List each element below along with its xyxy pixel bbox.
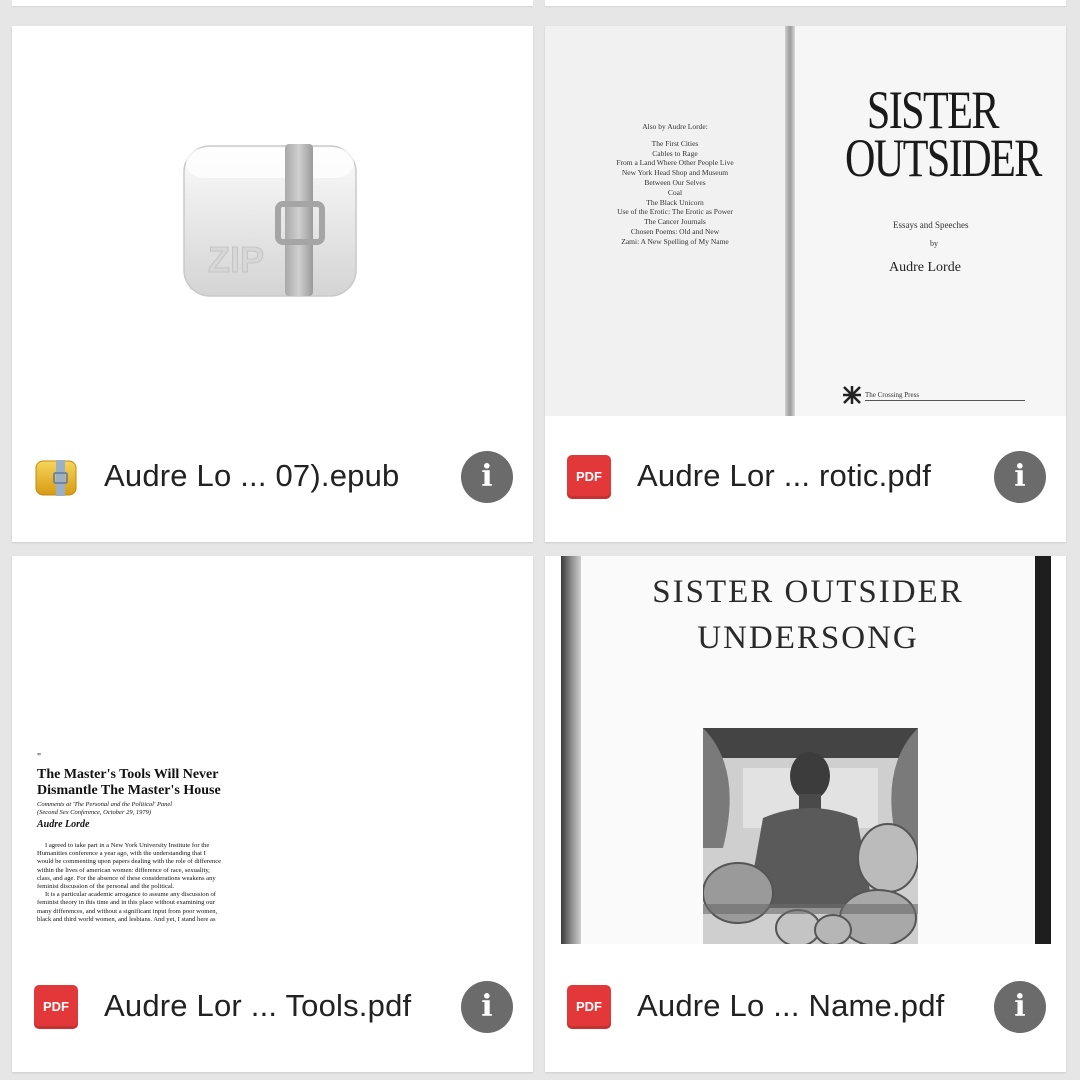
file-name[interactable]: Audre Lor ... rotic.pdf [637,458,931,494]
document-page: " The Master's Tools Will Never Dismantl… [37,752,293,924]
paragraph: I agreed to take part in a New York Univ… [37,842,222,923]
book-title: Coal [667,187,683,197]
document-comment: (Second Sex Conference, October 29, 1979… [37,809,152,816]
book-title: The First Cities [651,138,699,148]
right-page: SISTER OUTSIDER Essays and Speeches by A… [795,26,1066,416]
quote-mark: " [37,752,42,763]
publisher-rule [865,400,1025,401]
file-card-pdf[interactable]: SISTER OUTSIDER UNDERSONG PDF Audre Lo .… [545,556,1066,1072]
pdf-icon: PDF [567,985,611,1029]
document-comment: Comments at 'The Personal and the Politi… [37,801,173,808]
book-title: The Black Unicorn [646,197,704,207]
file-thumbnail[interactable]: SISTER OUTSIDER UNDERSONG [545,556,1066,946]
document-title: Dismantle The Master's House [37,783,221,798]
pdf-icon: PDF [34,985,78,1029]
by-line: by [930,239,938,248]
publisher-logo-icon [843,386,861,404]
scan-edge-left [561,556,581,944]
left-page: Also by Audre Lorde: The First Cities Ca… [545,26,785,416]
file-thumbnail[interactable]: " The Master's Tools Will Never Dismantl… [12,556,533,946]
info-icon[interactable]: i [461,451,513,503]
file-card-epub[interactable]: ZIP Audre Lo ... 07).epub i [12,26,533,542]
scan-edge-right [1035,556,1051,944]
cover-page: SISTER OUTSIDER UNDERSONG [581,556,1035,946]
book-title: Between Our Selves [644,177,706,187]
archive-icon [34,455,78,499]
book-title-block: SISTER OUTSIDER [845,80,1042,188]
book-title: From a Land Where Other People Live [616,158,734,168]
file-footer: PDF Audre Lo ... Name.pdf i [545,946,1066,1072]
info-icon[interactable]: i [994,451,1046,503]
cover-title: SISTER OUTSIDER [652,574,964,610]
cover-illustration [702,728,919,946]
file-footer: Audre Lo ... 07).epub i [12,416,533,542]
title-line: OUTSIDER [845,128,1042,188]
publisher-name: The Crossing Press [865,391,920,399]
book-title: Cables to Rage [652,148,698,158]
file-name[interactable]: Audre Lo ... 07).epub [104,458,399,494]
book-title: Chosen Poems: Old and New [630,226,720,236]
info-icon[interactable]: i [994,981,1046,1033]
pdf-icon: PDF [567,455,611,499]
book-title: Zami: A New Spelling of My Name [621,236,729,246]
title-line: SISTER [866,80,1000,140]
file-name[interactable]: Audre Lo ... Name.pdf [637,988,944,1024]
file-thumbnail[interactable]: Also by Audre Lorde: The First Cities Ca… [545,26,1066,416]
previous-card-edge [12,0,533,6]
book-gutter [785,26,795,416]
file-thumbnail[interactable]: ZIP [12,26,533,416]
cover-subtitle: UNDERSONG [697,620,919,656]
file-name[interactable]: Audre Lor ... Tools.pdf [104,988,411,1024]
book-subtitle: Essays and Speeches [893,220,969,230]
svg-text:ZIP: ZIP [208,239,264,280]
also-by-list: Also by Audre Lorde: The First Cities Ca… [575,122,775,247]
also-by-heading: Also by Audre Lorde: [642,122,708,131]
file-card-pdf[interactable]: Also by Audre Lorde: The First Cities Ca… [545,26,1066,542]
document-author: Audre Lorde [37,819,90,830]
file-footer: PDF Audre Lor ... Tools.pdf i [12,946,533,1072]
info-icon[interactable]: i [461,981,513,1033]
document-title: The Master's Tools Will Never [37,767,219,782]
book-title: Use of the Erotic: The Erotic as Power [617,207,733,217]
book-title: New York Head Shop and Museum [621,168,729,178]
file-footer: PDF Audre Lor ... rotic.pdf i [545,416,1066,542]
book-author: Audre Lorde [889,260,961,275]
book-title: The Cancer Journals [644,217,706,227]
zip-archive-icon: ZIP [183,144,357,297]
file-card-pdf[interactable]: " The Master's Tools Will Never Dismantl… [12,556,533,1072]
previous-card-edge [545,0,1066,6]
